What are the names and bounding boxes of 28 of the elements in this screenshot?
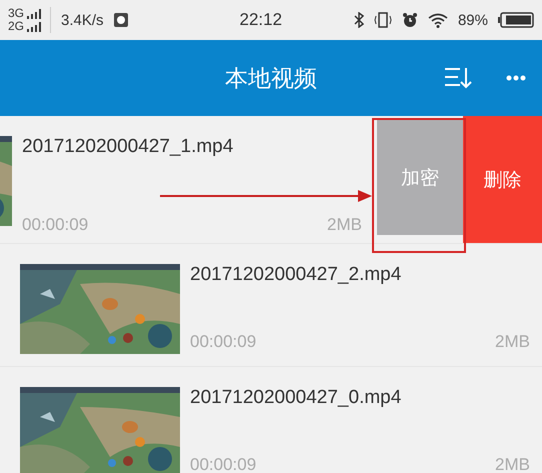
- clock: 22:12: [238, 10, 282, 30]
- sort-icon: [444, 66, 472, 90]
- video-filename[interactable]: 20171202000427_2.mp4: [190, 264, 530, 286]
- video-duration: 00:00:09: [190, 332, 256, 352]
- battery-percent: 89%: [458, 12, 488, 28]
- delete-button[interactable]: 删除: [463, 116, 542, 243]
- video-filename[interactable]: 20171202000427_1.mp4: [22, 136, 362, 158]
- more-button[interactable]: [506, 75, 526, 81]
- sort-button[interactable]: [444, 66, 472, 90]
- video-duration: 00:00:09: [22, 215, 88, 235]
- alarm-icon: [402, 12, 418, 28]
- notification-icon: [114, 13, 128, 27]
- signal-icon: [27, 22, 42, 32]
- network-label: 3G: [8, 7, 24, 20]
- network-label: 2G: [8, 20, 24, 33]
- vibrate-icon: [374, 12, 392, 28]
- network-speed: 3.4K/s: [61, 12, 104, 28]
- more-icon: [506, 75, 526, 81]
- battery-icon: [498, 12, 534, 28]
- signal-icon: [27, 8, 42, 18]
- bluetooth-icon: [354, 12, 364, 28]
- video-size: 2MB: [495, 332, 530, 352]
- app-title: 本地视频: [225, 64, 317, 94]
- video-size: 2MB: [327, 215, 362, 235]
- video-duration: 00:00:09: [190, 455, 256, 473]
- video-size: 2MB: [495, 455, 530, 473]
- video-filename[interactable]: 20171202000427_0.mp4: [190, 387, 530, 409]
- wifi-icon: [428, 12, 448, 28]
